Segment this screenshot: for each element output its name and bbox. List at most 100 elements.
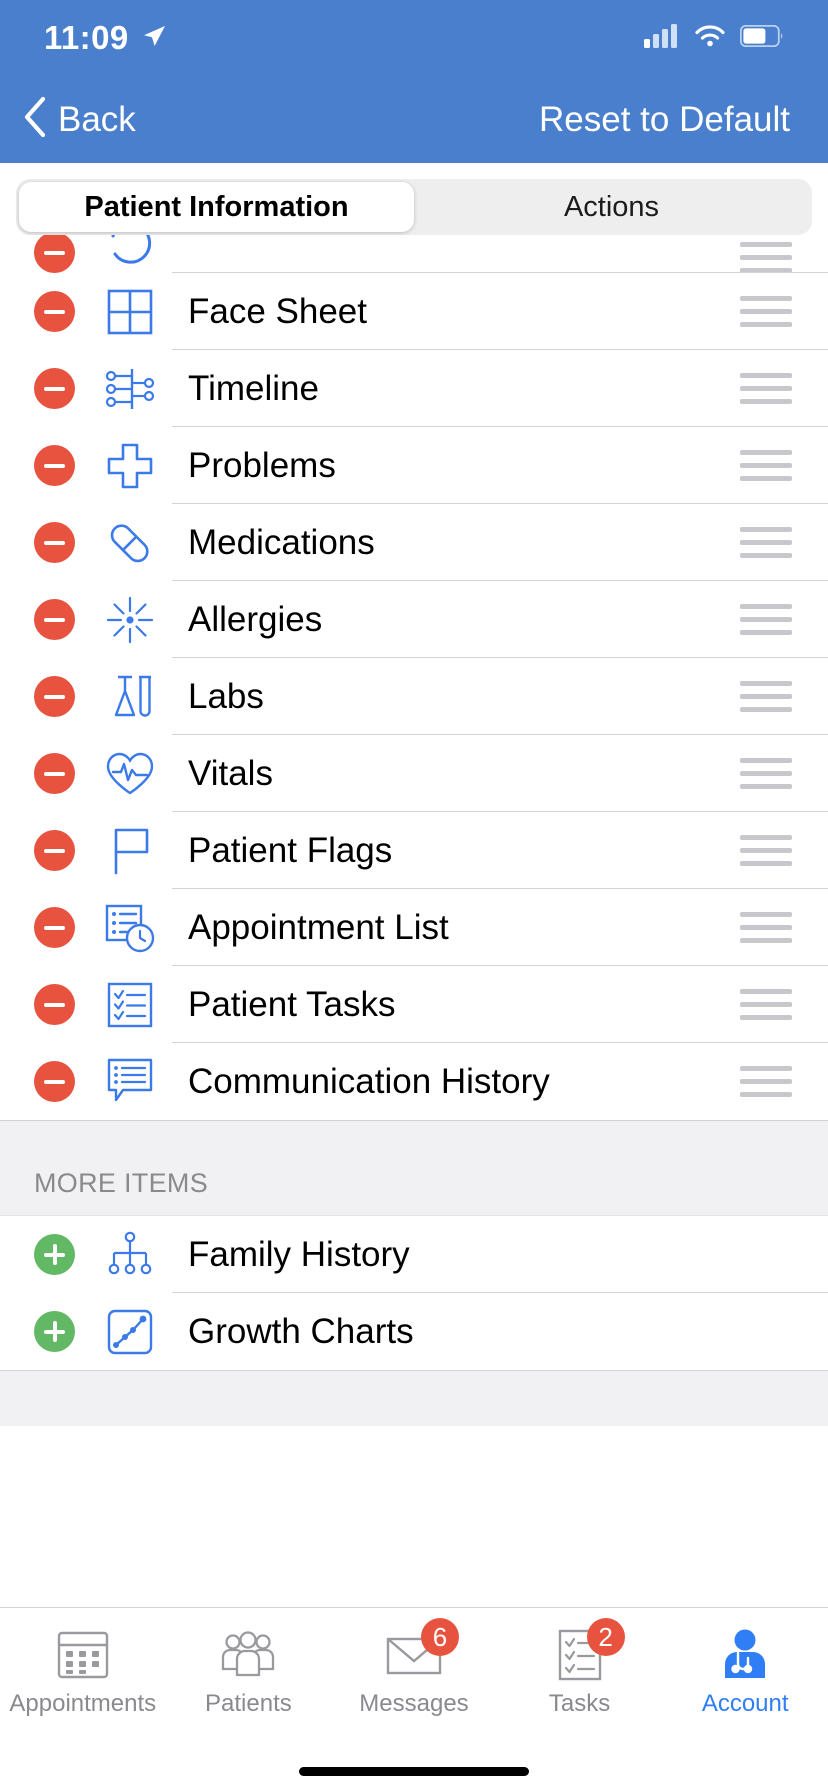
tab-patients[interactable]: Patients (166, 1626, 332, 1718)
list-bottom-spacer (0, 1370, 828, 1426)
drag-handle-icon[interactable] (740, 527, 792, 558)
minus-glyph (44, 463, 65, 468)
list-row-appointment-list[interactable]: Appointment List (0, 889, 828, 966)
history-icon (102, 235, 158, 273)
location-arrow-icon (141, 23, 167, 54)
minus-glyph (44, 925, 65, 930)
list-row-timeline[interactable]: Timeline (0, 350, 828, 427)
list-clock-icon (102, 900, 158, 956)
tab-patient-information[interactable]: Patient Information (19, 182, 414, 232)
minus-glyph (44, 540, 65, 545)
status-clock: 11:09 (44, 19, 129, 56)
tab-messages[interactable]: 6 Messages (331, 1618, 497, 1718)
pill-capsule-icon (102, 515, 158, 571)
list-row-labs[interactable]: Labs (0, 658, 828, 735)
drag-handle-icon[interactable] (740, 296, 792, 327)
medical-cross-icon (102, 438, 158, 494)
drag-handle-icon[interactable] (740, 758, 792, 789)
wifi-icon (694, 24, 726, 53)
drag-handle-icon[interactable] (740, 989, 792, 1020)
nav-bar: Back Reset to Default (0, 76, 828, 163)
remove-item-button[interactable] (34, 291, 75, 332)
minus-glyph (44, 309, 65, 314)
remove-item-button[interactable] (34, 445, 75, 486)
minus-glyph (44, 250, 65, 255)
drag-handle-icon[interactable] (740, 604, 792, 635)
list-row-label: Timeline (188, 368, 319, 408)
list-row-family-history[interactable]: Family History (0, 1216, 828, 1293)
remove-item-button[interactable] (34, 830, 75, 871)
list-row-vitals[interactable]: Vitals (0, 735, 828, 812)
doctor-stethoscope-icon (716, 1626, 774, 1684)
list-row-label: Medications (188, 522, 375, 562)
minus-glyph (44, 1079, 65, 1084)
reset-to-default-button[interactable]: Reset to Default (539, 100, 804, 140)
minus-glyph (44, 694, 65, 699)
remove-item-button[interactable] (34, 984, 75, 1025)
bottom-tab-bar: Appointments Patients 6 Messages 2 Tasks… (0, 1607, 828, 1792)
list-row-label: Face Sheet (188, 291, 367, 331)
status-bar-right (644, 23, 784, 53)
cellular-bars-icon (644, 23, 680, 53)
plus-glyph (44, 1244, 65, 1265)
segmented-control: Patient Information Actions (16, 179, 812, 235)
remove-item-button[interactable] (34, 599, 75, 640)
battery-icon (739, 24, 784, 52)
minus-glyph (44, 771, 65, 776)
grid-2x2-icon (102, 284, 158, 340)
add-item-button[interactable] (34, 1234, 75, 1275)
tab-tasks[interactable]: 2 Tasks (497, 1618, 663, 1718)
remove-item-button[interactable] (34, 235, 75, 273)
back-button[interactable]: Back (22, 96, 136, 143)
back-button-label: Back (58, 99, 136, 139)
tab-actions[interactable]: Actions (414, 182, 809, 232)
drag-handle-icon[interactable] (740, 681, 792, 712)
messages-badge: 6 (420, 1618, 459, 1656)
remove-item-button[interactable] (34, 1061, 75, 1102)
home-indicator (299, 1767, 529, 1776)
tab-appointments[interactable]: Appointments (0, 1626, 166, 1718)
list-row-communication-history[interactable]: Communication History (0, 1043, 828, 1120)
tab-label: Appointments (9, 1690, 157, 1717)
list-row-allergies[interactable]: Allergies (0, 581, 828, 658)
list-row-label: Problems (188, 445, 336, 485)
remove-item-button[interactable] (34, 522, 75, 563)
tab-label: Account (701, 1690, 789, 1717)
drag-handle-icon[interactable] (740, 1066, 792, 1097)
more-items-section-header: MORE ITEMS (0, 1150, 828, 1216)
list-row-problems[interactable]: Problems (0, 427, 828, 504)
list-row-patient-tasks[interactable]: Patient Tasks (0, 966, 828, 1043)
people-group-icon (219, 1626, 277, 1684)
list-row-label: Allergies (188, 599, 323, 639)
tab-label: Tasks (548, 1690, 611, 1717)
remove-item-button[interactable] (34, 907, 75, 948)
drag-handle-icon[interactable] (740, 242, 792, 273)
list-row-growth-charts[interactable]: Growth Charts (0, 1293, 828, 1370)
list-row-label: Patient Tasks (188, 984, 396, 1024)
minus-glyph (44, 848, 65, 853)
tasks-badge: 2 (586, 1618, 625, 1656)
list-row-label: Appointment List (188, 907, 449, 947)
list-row-face-sheet[interactable]: Face Sheet (0, 273, 828, 350)
minus-glyph (44, 1002, 65, 1007)
add-item-button[interactable] (34, 1311, 75, 1352)
list-row-label: Family History (188, 1234, 410, 1274)
status-bar-left: 11:09 (44, 19, 167, 57)
remove-item-button[interactable] (34, 676, 75, 717)
growth-chart-icon (102, 1304, 158, 1360)
drag-handle-icon[interactable] (740, 835, 792, 866)
list-row-label: Growth Charts (188, 1311, 414, 1351)
drag-handle-icon[interactable] (740, 373, 792, 404)
remove-item-button[interactable] (34, 753, 75, 794)
checklist-box-icon (102, 977, 158, 1033)
tab-account[interactable]: Account (662, 1626, 828, 1718)
remove-item-button[interactable] (34, 368, 75, 409)
list-row-medications[interactable]: Medications (0, 504, 828, 581)
drag-handle-icon[interactable] (740, 912, 792, 943)
list-row-patient-flags[interactable]: Patient Flags (0, 812, 828, 889)
drag-handle-icon[interactable] (740, 450, 792, 481)
app-header: 11:09 Back Reset to Default (0, 0, 828, 163)
minus-glyph (44, 386, 65, 391)
tab-label: Messages (359, 1690, 469, 1717)
list-row-partial[interactable] (0, 235, 828, 273)
